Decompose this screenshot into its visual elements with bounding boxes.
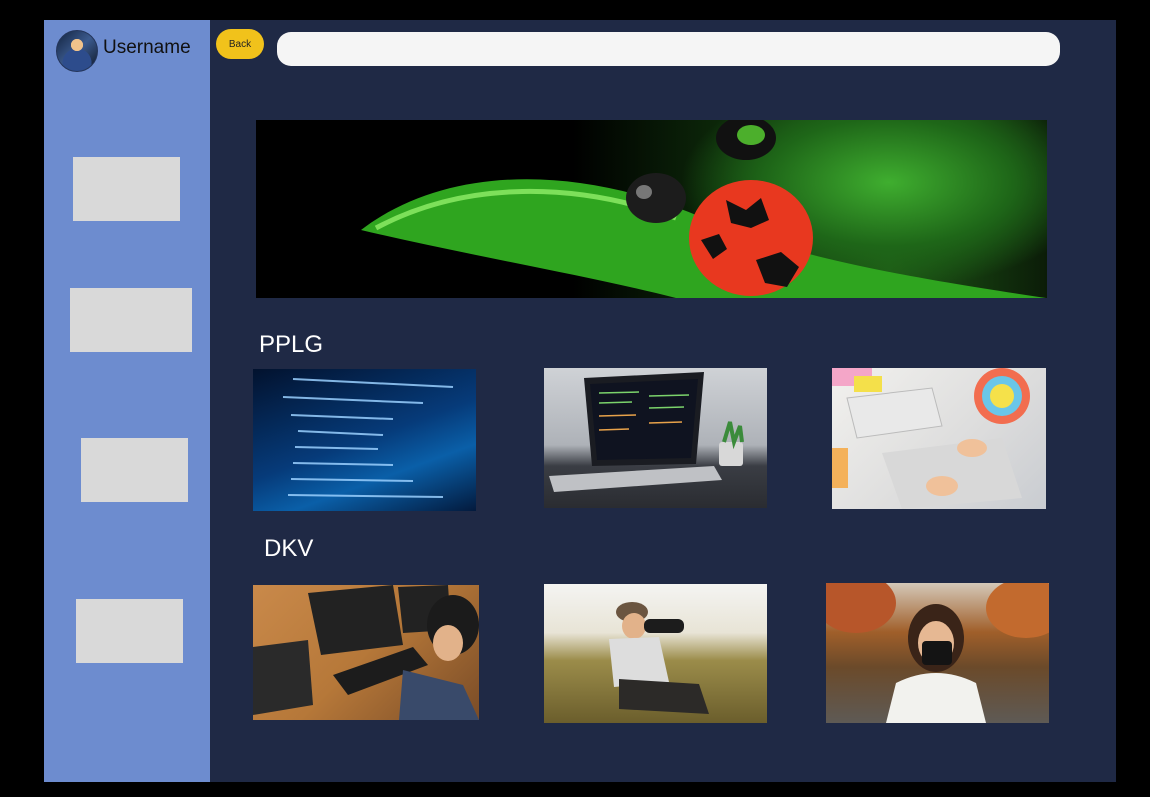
- image-photographer-woman-camera[interactable]: [826, 583, 1049, 723]
- laptop-graphic: [549, 372, 744, 492]
- avatar[interactable]: [56, 30, 98, 72]
- sidebar-item-4[interactable]: [76, 599, 183, 663]
- search-input[interactable]: [277, 32, 1060, 66]
- section-title-dkv: DKV: [264, 535, 314, 562]
- banner-image: [256, 120, 1047, 298]
- image-laptop-with-code[interactable]: [544, 368, 767, 508]
- image-graphic-design-desk[interactable]: [832, 368, 1046, 509]
- back-button[interactable]: Back: [216, 29, 264, 59]
- image-programmer-at-desk[interactable]: [253, 585, 479, 720]
- sidebar-item-1[interactable]: [73, 157, 180, 221]
- image-photographer-in-field[interactable]: [544, 584, 767, 723]
- sidebar-item-3[interactable]: [81, 438, 188, 502]
- section-title-pplg: PPLG: [259, 331, 324, 358]
- code-lines-graphic: [282, 378, 454, 498]
- design-desk-graphic: [832, 368, 1030, 509]
- image-code-on-screen[interactable]: [253, 369, 476, 511]
- sidebar-item-2[interactable]: [70, 288, 192, 352]
- username: Username: [103, 37, 191, 58]
- woman-camera-graphic: [826, 583, 1049, 723]
- programmer-graphic: [253, 585, 479, 720]
- photographer-field-graphic: [609, 602, 709, 714]
- sidebar: [44, 20, 210, 782]
- ladybug-image: [361, 120, 1046, 298]
